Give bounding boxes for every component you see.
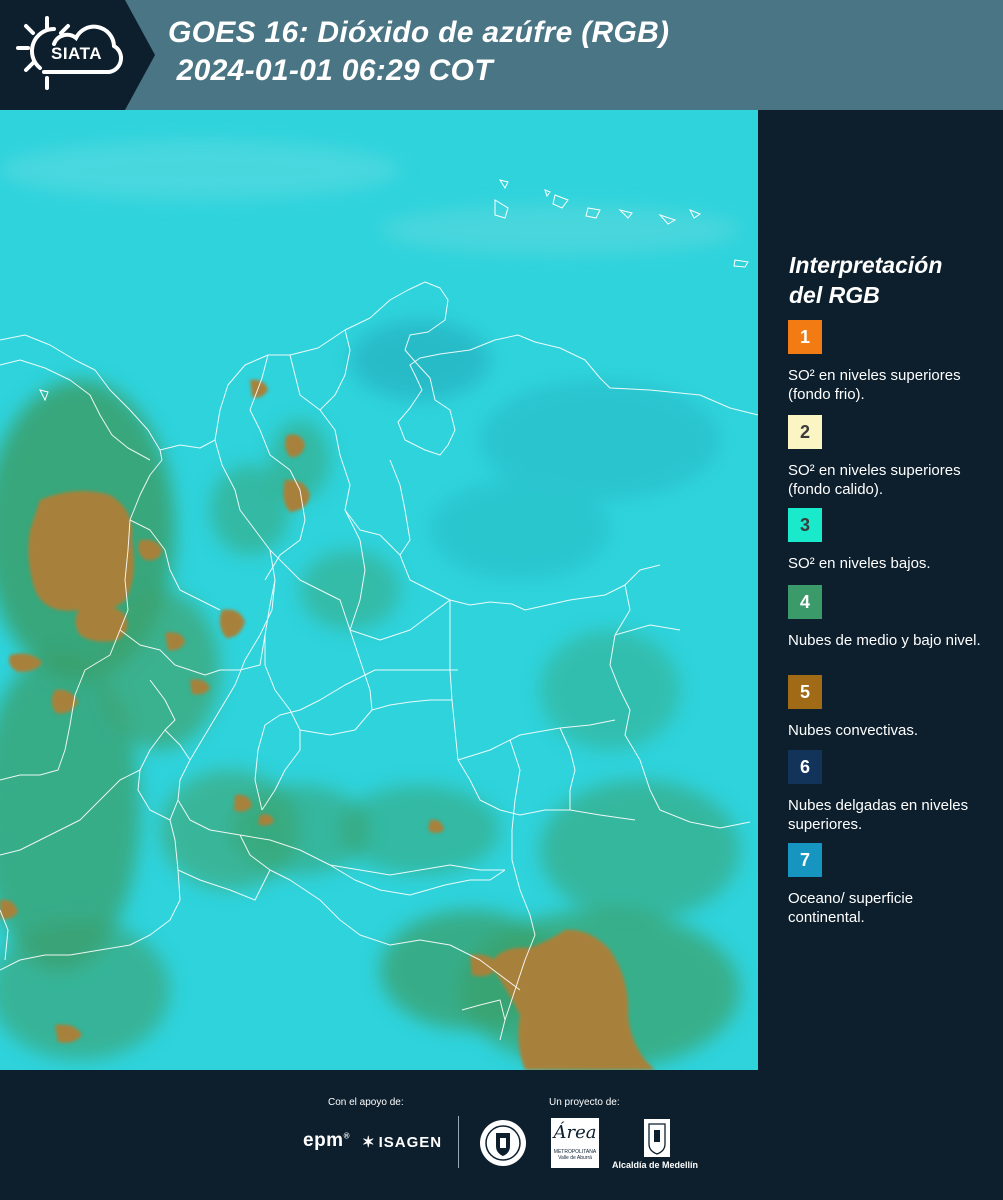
- epm-logo: epm®: [303, 1130, 350, 1151]
- legend-item-2: 2 SO² en niveles superiores (fondo calido…: [788, 415, 993, 499]
- footer: Con el apoyo de: Un proyecto de: epm® ✶ I…: [0, 1070, 1003, 1200]
- legend-description: Nubes convectivas.: [788, 722, 919, 739]
- legend-panel: Interpretación del RGB 1 SO² en niveles s…: [758, 110, 1003, 1070]
- area-logo-sub2: Valle de Aburrá: [558, 1155, 592, 1161]
- legend-description: SO² en niveles superiores (fondo calido)…: [788, 462, 961, 498]
- legend-item-1: 1 SO² en niveles superiores (fondo frio).: [788, 320, 993, 404]
- footer-divider: [458, 1116, 459, 1168]
- header: SIATA GOES 16: Dióxido de azúfre (RGB) 2…: [0, 0, 1003, 110]
- legend-description: Nubes de medio y bajo nivel.: [788, 632, 981, 649]
- page-title: GOES 16: Dióxido de azúfre (RGB) 2024-01…: [168, 14, 669, 90]
- legend-description: SO² en niveles bajos.: [788, 555, 931, 572]
- legend-swatch: 3: [788, 508, 822, 542]
- siata-logo-text: SIATA: [51, 44, 102, 63]
- legend-title: Interpretación del RGB: [789, 250, 942, 310]
- title-line-1: GOES 16: Dióxido de azúfre (RGB): [168, 16, 670, 49]
- legend-swatch: 6: [788, 750, 822, 784]
- legend-item-3: 3 SO² en niveles bajos.: [788, 508, 993, 573]
- epm-logo-text: epm: [303, 1130, 344, 1151]
- legend-swatch: 4: [788, 585, 822, 619]
- isagen-star-icon: ✶: [362, 1134, 376, 1151]
- legend-item-5: 5 Nubes convectivas.: [788, 675, 993, 740]
- satellite-map: [0, 110, 758, 1070]
- legend-swatch: 5: [788, 675, 822, 709]
- legend-swatch: 7: [788, 843, 822, 877]
- legend-title-line-1: Interpretación: [789, 252, 943, 278]
- medellin-seal-icon: [480, 1120, 526, 1166]
- legend-title-line-2: del RGB: [789, 282, 880, 308]
- isagen-logo: ✶ ISAGEN: [362, 1133, 442, 1151]
- alcaldia-shield-icon: [644, 1119, 670, 1157]
- area-metropolitana-logo: Área METROPOLITANA Valle de Aburrá: [551, 1118, 599, 1168]
- project-label: Un proyecto de:: [549, 1097, 620, 1108]
- legend-description: Nubes delgadas en niveles superiores.: [788, 797, 969, 833]
- legend-description: SO² en niveles superiores (fondo frio).: [788, 367, 961, 403]
- area-logo-name: Área: [553, 1122, 597, 1143]
- legend-swatch: 2: [788, 415, 822, 449]
- alcaldia-logo-text: Alcaldía de Medellín: [612, 1160, 699, 1170]
- title-line-2: 2024-01-01 06:29 COT: [168, 54, 493, 87]
- isagen-logo-text: ISAGEN: [378, 1134, 443, 1151]
- legend-item-7: 7 Oceano/ superficie continental.: [788, 843, 993, 927]
- support-label: Con el apoyo de:: [328, 1097, 404, 1108]
- legend-item-6: 6 Nubes delgadas en niveles superiores.: [788, 750, 993, 834]
- legend-description: Oceano/ superficie continental.: [788, 890, 914, 926]
- legend-swatch: 1: [788, 320, 822, 354]
- legend-item-4: 4 Nubes de medio y bajo nivel.: [788, 585, 993, 650]
